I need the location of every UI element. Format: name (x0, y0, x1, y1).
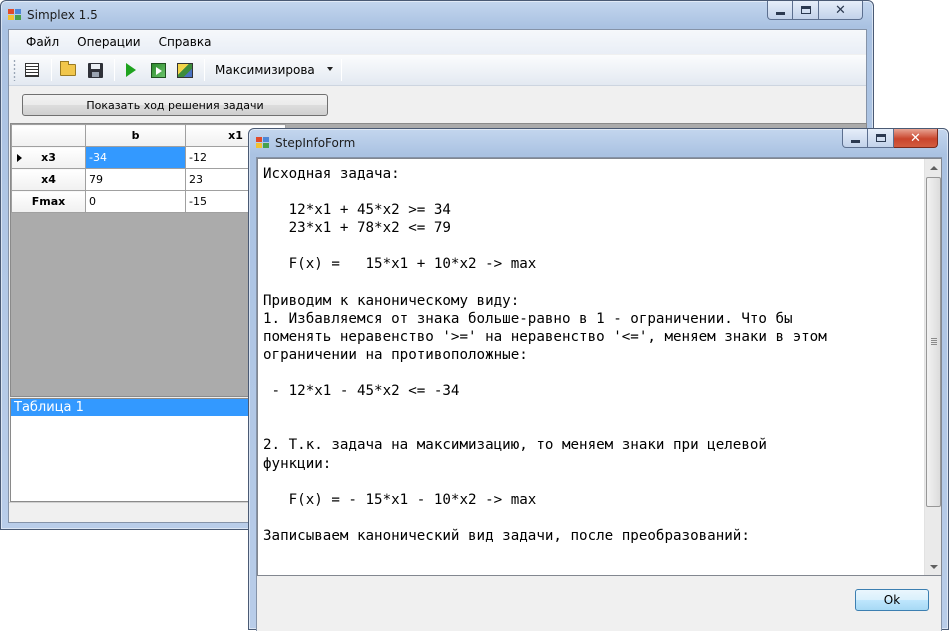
close-button[interactable]: ✕ (819, 1, 863, 20)
toolbar-separator (341, 59, 342, 81)
column-header-b[interactable]: b (85, 124, 186, 147)
app-icon (8, 9, 22, 21)
step-titlebar[interactable]: StepInfoForm ✕ (249, 129, 948, 157)
row-header-fmax[interactable]: Fmax (11, 190, 86, 213)
toolbar-separator (51, 59, 52, 81)
grid-cell[interactable]: -34 (85, 146, 186, 169)
step-client-area: Исходная задача: 12*x1 + 45*x2 >= 34 23*… (256, 157, 942, 631)
row-header-x4[interactable]: x4 (11, 168, 86, 191)
scroll-thumb[interactable] (926, 177, 941, 507)
arrow-up-icon (929, 165, 938, 170)
app-icon (256, 137, 270, 149)
maximize-button[interactable] (868, 129, 894, 148)
open-button[interactable] (56, 58, 80, 82)
step-button[interactable] (146, 58, 170, 82)
chevron-down-icon (327, 67, 333, 71)
step-icon (150, 62, 166, 78)
save-icon (87, 62, 103, 78)
menu-file[interactable]: Файл (17, 32, 68, 52)
row-header-label: x4 (41, 173, 56, 186)
show-solution-steps-button[interactable]: Показать ход решения задачи (22, 94, 328, 116)
toolbar: Максимизировать (9, 55, 866, 86)
main-window-title: Simplex 1.5 (27, 8, 98, 22)
mode-select[interactable]: Максимизировать (211, 59, 337, 81)
save-button[interactable] (83, 58, 107, 82)
row-header-label: x3 (41, 151, 56, 164)
toolbar-grip[interactable] (13, 59, 16, 81)
main-titlebar[interactable]: Simplex 1.5 ✕ (1, 1, 873, 29)
menu-bar: Файл Операции Справка (9, 30, 866, 54)
scroll-up-button[interactable] (925, 159, 941, 176)
run-button[interactable] (119, 58, 143, 82)
current-row-arrow-icon (17, 154, 22, 162)
open-folder-icon (60, 61, 76, 76)
minimize-icon (850, 139, 860, 143)
vertical-scrollbar[interactable] (924, 159, 941, 575)
menu-help[interactable]: Справка (150, 32, 221, 52)
grid-corner-header[interactable] (11, 124, 86, 147)
run-icon (126, 63, 136, 77)
maximize-icon (800, 6, 811, 14)
image-button[interactable] (173, 58, 197, 82)
maximize-button[interactable] (793, 1, 819, 20)
close-icon: ✕ (835, 2, 846, 18)
table-row: x4 79 23 (11, 168, 286, 191)
table-row: x3 -34 -12 (11, 146, 286, 169)
ok-button[interactable]: Ok (855, 589, 929, 611)
toolbar-separator (114, 59, 115, 81)
close-button[interactable]: ✕ (894, 129, 938, 148)
minimize-button[interactable] (842, 129, 868, 148)
grip-icon (931, 338, 937, 345)
new-table-button[interactable] (20, 58, 44, 82)
new-table-icon (25, 63, 39, 77)
row-header-label: Fmax (31, 195, 66, 208)
mode-select-value: Максимизировать (215, 63, 315, 77)
maximize-icon (875, 134, 886, 142)
minimize-icon (775, 11, 785, 15)
table-row: Fmax 0 -15 (11, 190, 286, 213)
image-icon (177, 62, 193, 78)
solution-steps-text: Исходная задача: 12*x1 + 45*x2 >= 34 23*… (263, 166, 827, 544)
close-icon: ✕ (910, 130, 921, 146)
row-header-x3[interactable]: x3 (11, 146, 86, 169)
grid-cell[interactable]: 0 (85, 190, 186, 213)
arrow-down-icon (929, 564, 938, 569)
step-window-title: StepInfoForm (275, 136, 356, 150)
grid-cell[interactable]: 79 (85, 168, 186, 191)
menu-operations[interactable]: Операции (68, 32, 149, 52)
step-info-window: StepInfoForm ✕ Исходная задача: 12*x1 + … (248, 128, 949, 631)
minimize-button[interactable] (767, 1, 793, 20)
scroll-down-button[interactable] (925, 558, 941, 575)
grid-header-row: b x1 (11, 124, 286, 147)
toolbar-separator (204, 59, 205, 81)
solution-steps-textbox[interactable]: Исходная задача: 12*x1 + 45*x2 >= 34 23*… (257, 158, 942, 576)
